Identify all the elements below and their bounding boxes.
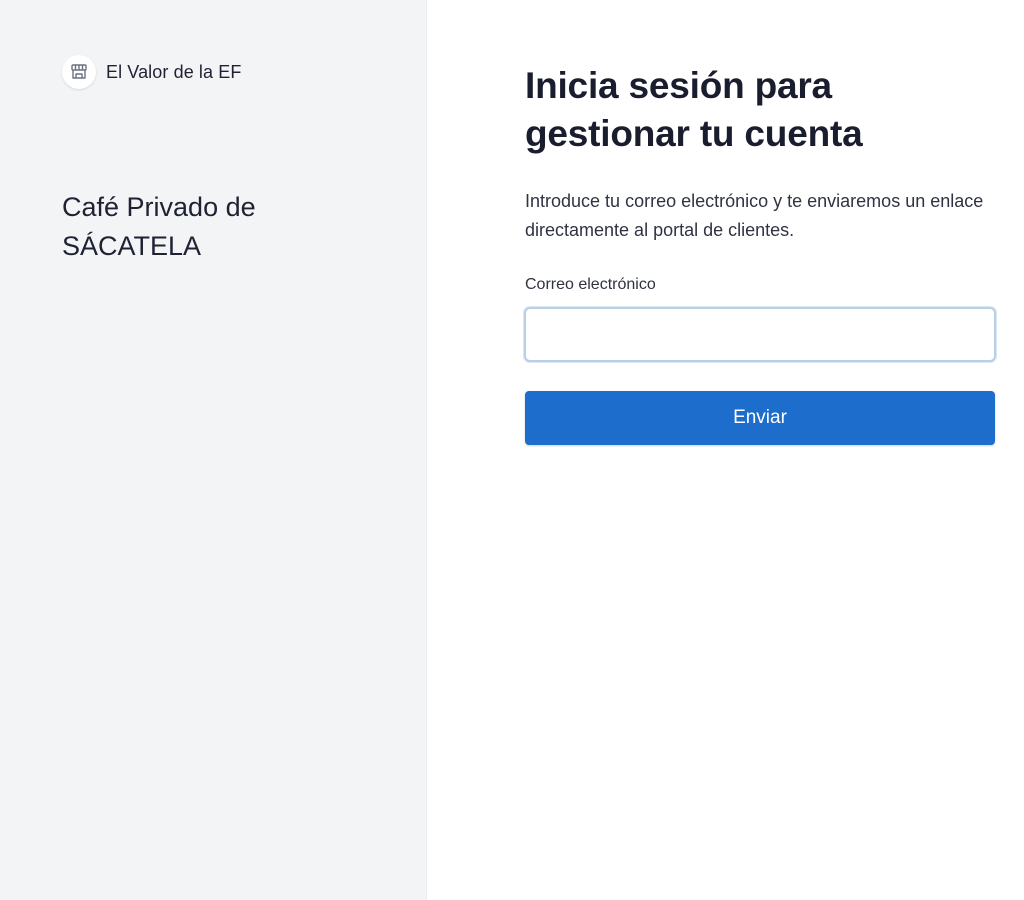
page-title: Inicia sesión para gestionar tu cuenta bbox=[525, 65, 863, 154]
login-form-panel: Inicia sesión para gestionar tu cuenta I… bbox=[427, 0, 1024, 900]
brand: El Valor de la EF bbox=[62, 55, 241, 89]
login-description: Introduce tu correo electrónico y te env… bbox=[525, 191, 984, 240]
storefront-icon bbox=[62, 55, 96, 89]
email-label: Correo electrónico bbox=[525, 276, 656, 293]
email-field[interactable] bbox=[524, 307, 996, 362]
login-page: El Valor de la EF Café Privado de SÁCATE… bbox=[0, 0, 1024, 900]
brand-name: El Valor de la EF bbox=[106, 61, 242, 82]
business-sidebar: El Valor de la EF Café Privado de SÁCATE… bbox=[0, 0, 427, 900]
submit-button[interactable]: Enviar bbox=[525, 391, 995, 445]
business-name: Café Privado de SÁCATELA bbox=[62, 192, 256, 261]
